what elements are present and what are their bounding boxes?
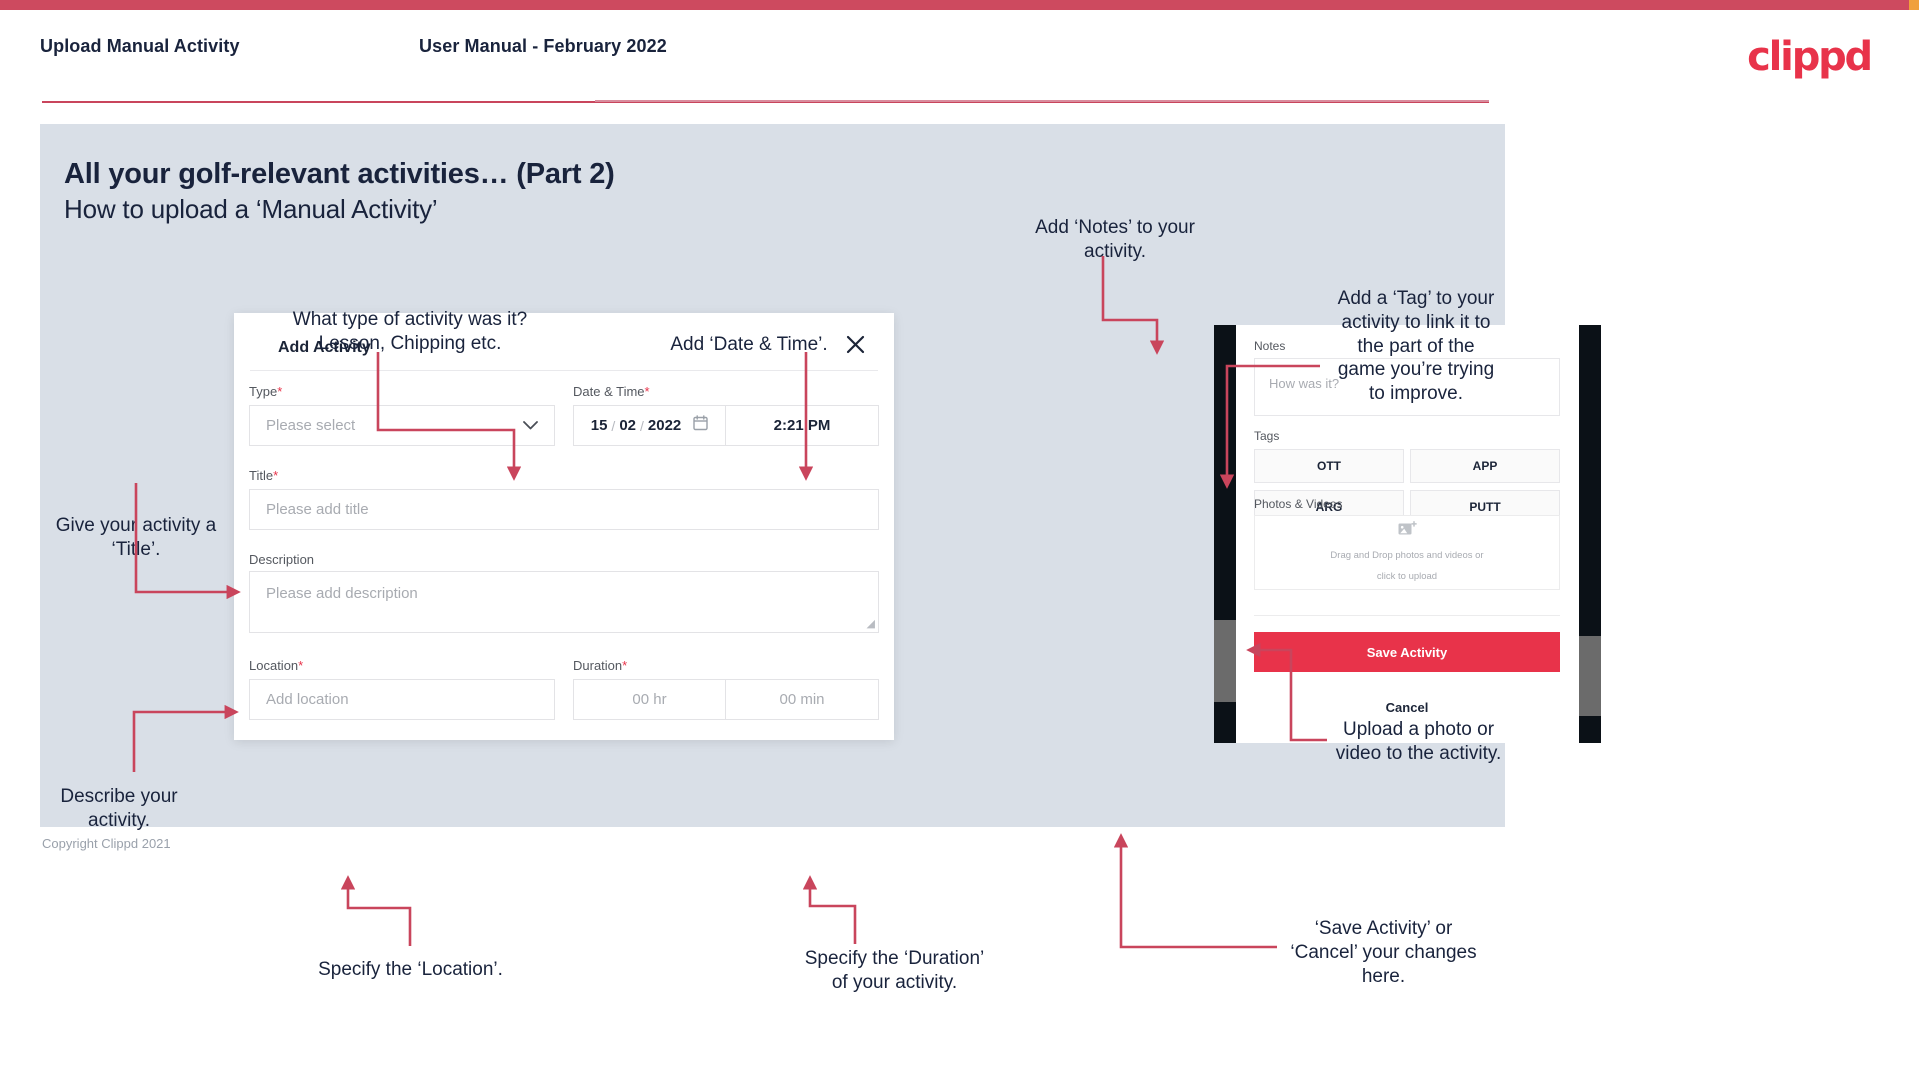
duration-hours-placeholder: 00 hr	[632, 691, 667, 708]
date-input[interactable]: 15 / 02 / 2022	[573, 405, 726, 446]
annotation-description: Describe your activity.	[60, 786, 178, 831]
type-select[interactable]: Please select	[249, 405, 555, 446]
location-required-mark: *	[298, 658, 304, 673]
cancel-button[interactable]: Cancel	[1254, 695, 1560, 719]
dropzone-line-2: click to upload	[1376, 570, 1438, 582]
date-day: 15	[590, 417, 608, 434]
phone-frame-right-scroll	[1579, 636, 1601, 716]
description-placeholder: Please add description	[266, 585, 418, 602]
date-month: 02	[619, 417, 636, 434]
type-required-mark: *	[277, 384, 283, 399]
duration-hours-input[interactable]: 00 hr	[573, 679, 726, 720]
time-input[interactable]: 2:21 PM	[726, 405, 879, 446]
clippd-logo: clippd	[1747, 34, 1873, 80]
location-placeholder: Add location	[266, 691, 349, 708]
description-textarea[interactable]: Please add description ◢	[249, 571, 879, 633]
date-year: 2022	[647, 417, 682, 434]
title-label-text: Title	[249, 468, 274, 483]
datetime-required-mark: *	[644, 384, 650, 399]
type-label: Type*	[249, 384, 282, 399]
close-icon[interactable]	[838, 327, 872, 361]
duration-field-group: 00 hr 00 min	[573, 679, 879, 720]
top-bar-corner-accent	[1909, 0, 1919, 10]
chevron-down-icon	[523, 417, 538, 435]
annotation-notes: Add ‘Notes’ to your activity.	[1035, 217, 1195, 262]
photo-dropzone[interactable]: Drag and Drop photos and videos or click…	[1254, 515, 1560, 590]
datetime-label: Date & Time*	[573, 384, 650, 399]
title-label: Title*	[249, 468, 278, 483]
datetime-field-group: 15 / 02 / 2022 2:21 PM	[573, 405, 879, 446]
slide-subheading: How to upload a ‘Manual Activity’	[64, 194, 438, 224]
description-label: Description	[249, 552, 315, 567]
annotation-tags: Add a ‘Tag’ to your activity to link it t…	[1337, 288, 1495, 404]
annotation-duration: Specify the ‘Duration’ of your activity.	[804, 948, 985, 993]
top-accent-bar	[0, 0, 1919, 10]
annotation-photos: Upload a photo or video to the activity.	[1335, 719, 1502, 764]
title-required-mark: *	[273, 468, 279, 483]
duration-minutes-placeholder: 00 min	[779, 691, 825, 708]
phone-frame-left-scroll	[1214, 620, 1236, 702]
title-placeholder: Please add title	[266, 501, 369, 518]
document-subtitle: User Manual - February 2022	[419, 36, 667, 56]
header-divider-light	[595, 100, 1489, 102]
date-separator-2: /	[640, 417, 644, 434]
type-placeholder: Please select	[266, 417, 356, 434]
resize-grip-icon[interactable]: ◢	[867, 617, 875, 630]
annotation-location: Specify the ‘Location’.	[318, 959, 503, 980]
date-separator-1: /	[611, 417, 616, 434]
annotation-title: Give your activity a ‘Title’.	[55, 515, 217, 560]
time-value: 2:21 PM	[773, 417, 831, 434]
tags-label: Tags	[1254, 429, 1280, 443]
type-label-text: Type	[249, 384, 278, 399]
location-input[interactable]: Add location	[249, 679, 555, 720]
add-image-icon	[1398, 521, 1417, 543]
annotation-type: What type of activity was it? Lesson, Chi…	[292, 309, 528, 354]
slide-heading: All your golf-relevant activities… (Part…	[64, 158, 615, 190]
annotation-datetime: Add ‘Date & Time’.	[670, 334, 828, 355]
location-label: Location*	[249, 658, 303, 673]
datetime-label-text: Date & Time	[573, 384, 645, 399]
footer-copyright: Copyright Clippd 2021	[42, 836, 171, 851]
duration-label: Duration*	[573, 658, 627, 673]
calendar-icon[interactable]	[693, 415, 708, 436]
dialog-divider	[250, 370, 878, 371]
duration-required-mark: *	[622, 658, 628, 673]
notes-label: Notes	[1254, 339, 1286, 353]
save-activity-button[interactable]: Save Activity	[1254, 632, 1560, 672]
duration-label-text: Duration	[573, 658, 623, 673]
page-title: Upload Manual Activity	[40, 36, 240, 56]
location-label-text: Location	[249, 658, 299, 673]
tag-button-ott[interactable]: OTT	[1254, 449, 1404, 483]
duration-minutes-input[interactable]: 00 min	[726, 679, 879, 720]
tag-button-app[interactable]: APP	[1410, 449, 1560, 483]
annotation-save: ‘Save Activity’ or ‘Cancel’ your changes h…	[1290, 918, 1477, 987]
dropzone-line-1: Drag and Drop photos and videos or	[1330, 550, 1484, 562]
mobile-divider	[1254, 615, 1560, 616]
title-input[interactable]: Please add title	[249, 489, 879, 530]
photos-label: Photos & Videos	[1254, 497, 1343, 511]
